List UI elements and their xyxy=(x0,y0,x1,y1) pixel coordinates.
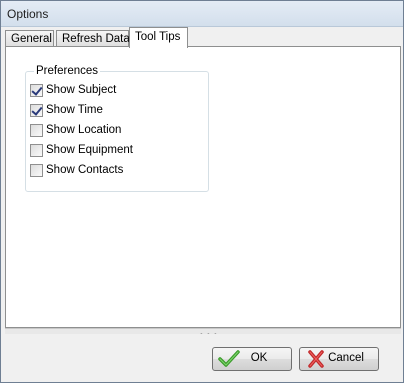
ok-label: OK xyxy=(250,352,268,364)
show-subject-label: Show Subject xyxy=(46,84,117,96)
show-contacts-checkbox[interactable]: Show Contacts xyxy=(30,162,123,178)
checkbox-unchecked-icon[interactable] xyxy=(30,123,43,137)
show-location-label: Show Location xyxy=(46,124,122,136)
tool-tips-panel: Preferences Show Subject Show Time Show … xyxy=(5,46,401,328)
cancel-button[interactable]: Cancel xyxy=(299,347,379,371)
checkbox-checked-icon[interactable] xyxy=(30,103,43,117)
checkbox-unchecked-icon[interactable] xyxy=(30,143,43,157)
show-equipment-checkbox[interactable]: Show Equipment xyxy=(30,142,133,158)
show-time-label: Show Time xyxy=(46,104,103,116)
show-time-checkbox[interactable]: Show Time xyxy=(30,102,103,118)
checkbox-checked-icon[interactable] xyxy=(30,83,43,97)
options-dialog: Options General Refresh Data Tool Tips P… xyxy=(0,0,404,383)
show-equipment-label: Show Equipment xyxy=(46,144,133,156)
checkbox-unchecked-icon[interactable] xyxy=(30,163,43,177)
window-title: Options xyxy=(7,7,49,21)
ok-button[interactable]: OK xyxy=(212,347,292,371)
show-subject-checkbox[interactable]: Show Subject xyxy=(30,82,116,98)
title-bar: Options xyxy=(1,1,403,27)
button-bar: OK Cancel xyxy=(5,334,401,380)
preferences-label: Preferences xyxy=(34,65,101,77)
tab-tool-tips[interactable]: Tool Tips xyxy=(129,27,188,48)
tab-strip: General Refresh Data Tool Tips xyxy=(5,27,401,48)
show-contacts-label: Show Contacts xyxy=(46,164,124,176)
cancel-label: Cancel xyxy=(328,352,364,364)
preferences-groupbox: Preferences Show Subject Show Time Show … xyxy=(25,65,209,192)
show-location-checkbox[interactable]: Show Location xyxy=(30,122,121,138)
